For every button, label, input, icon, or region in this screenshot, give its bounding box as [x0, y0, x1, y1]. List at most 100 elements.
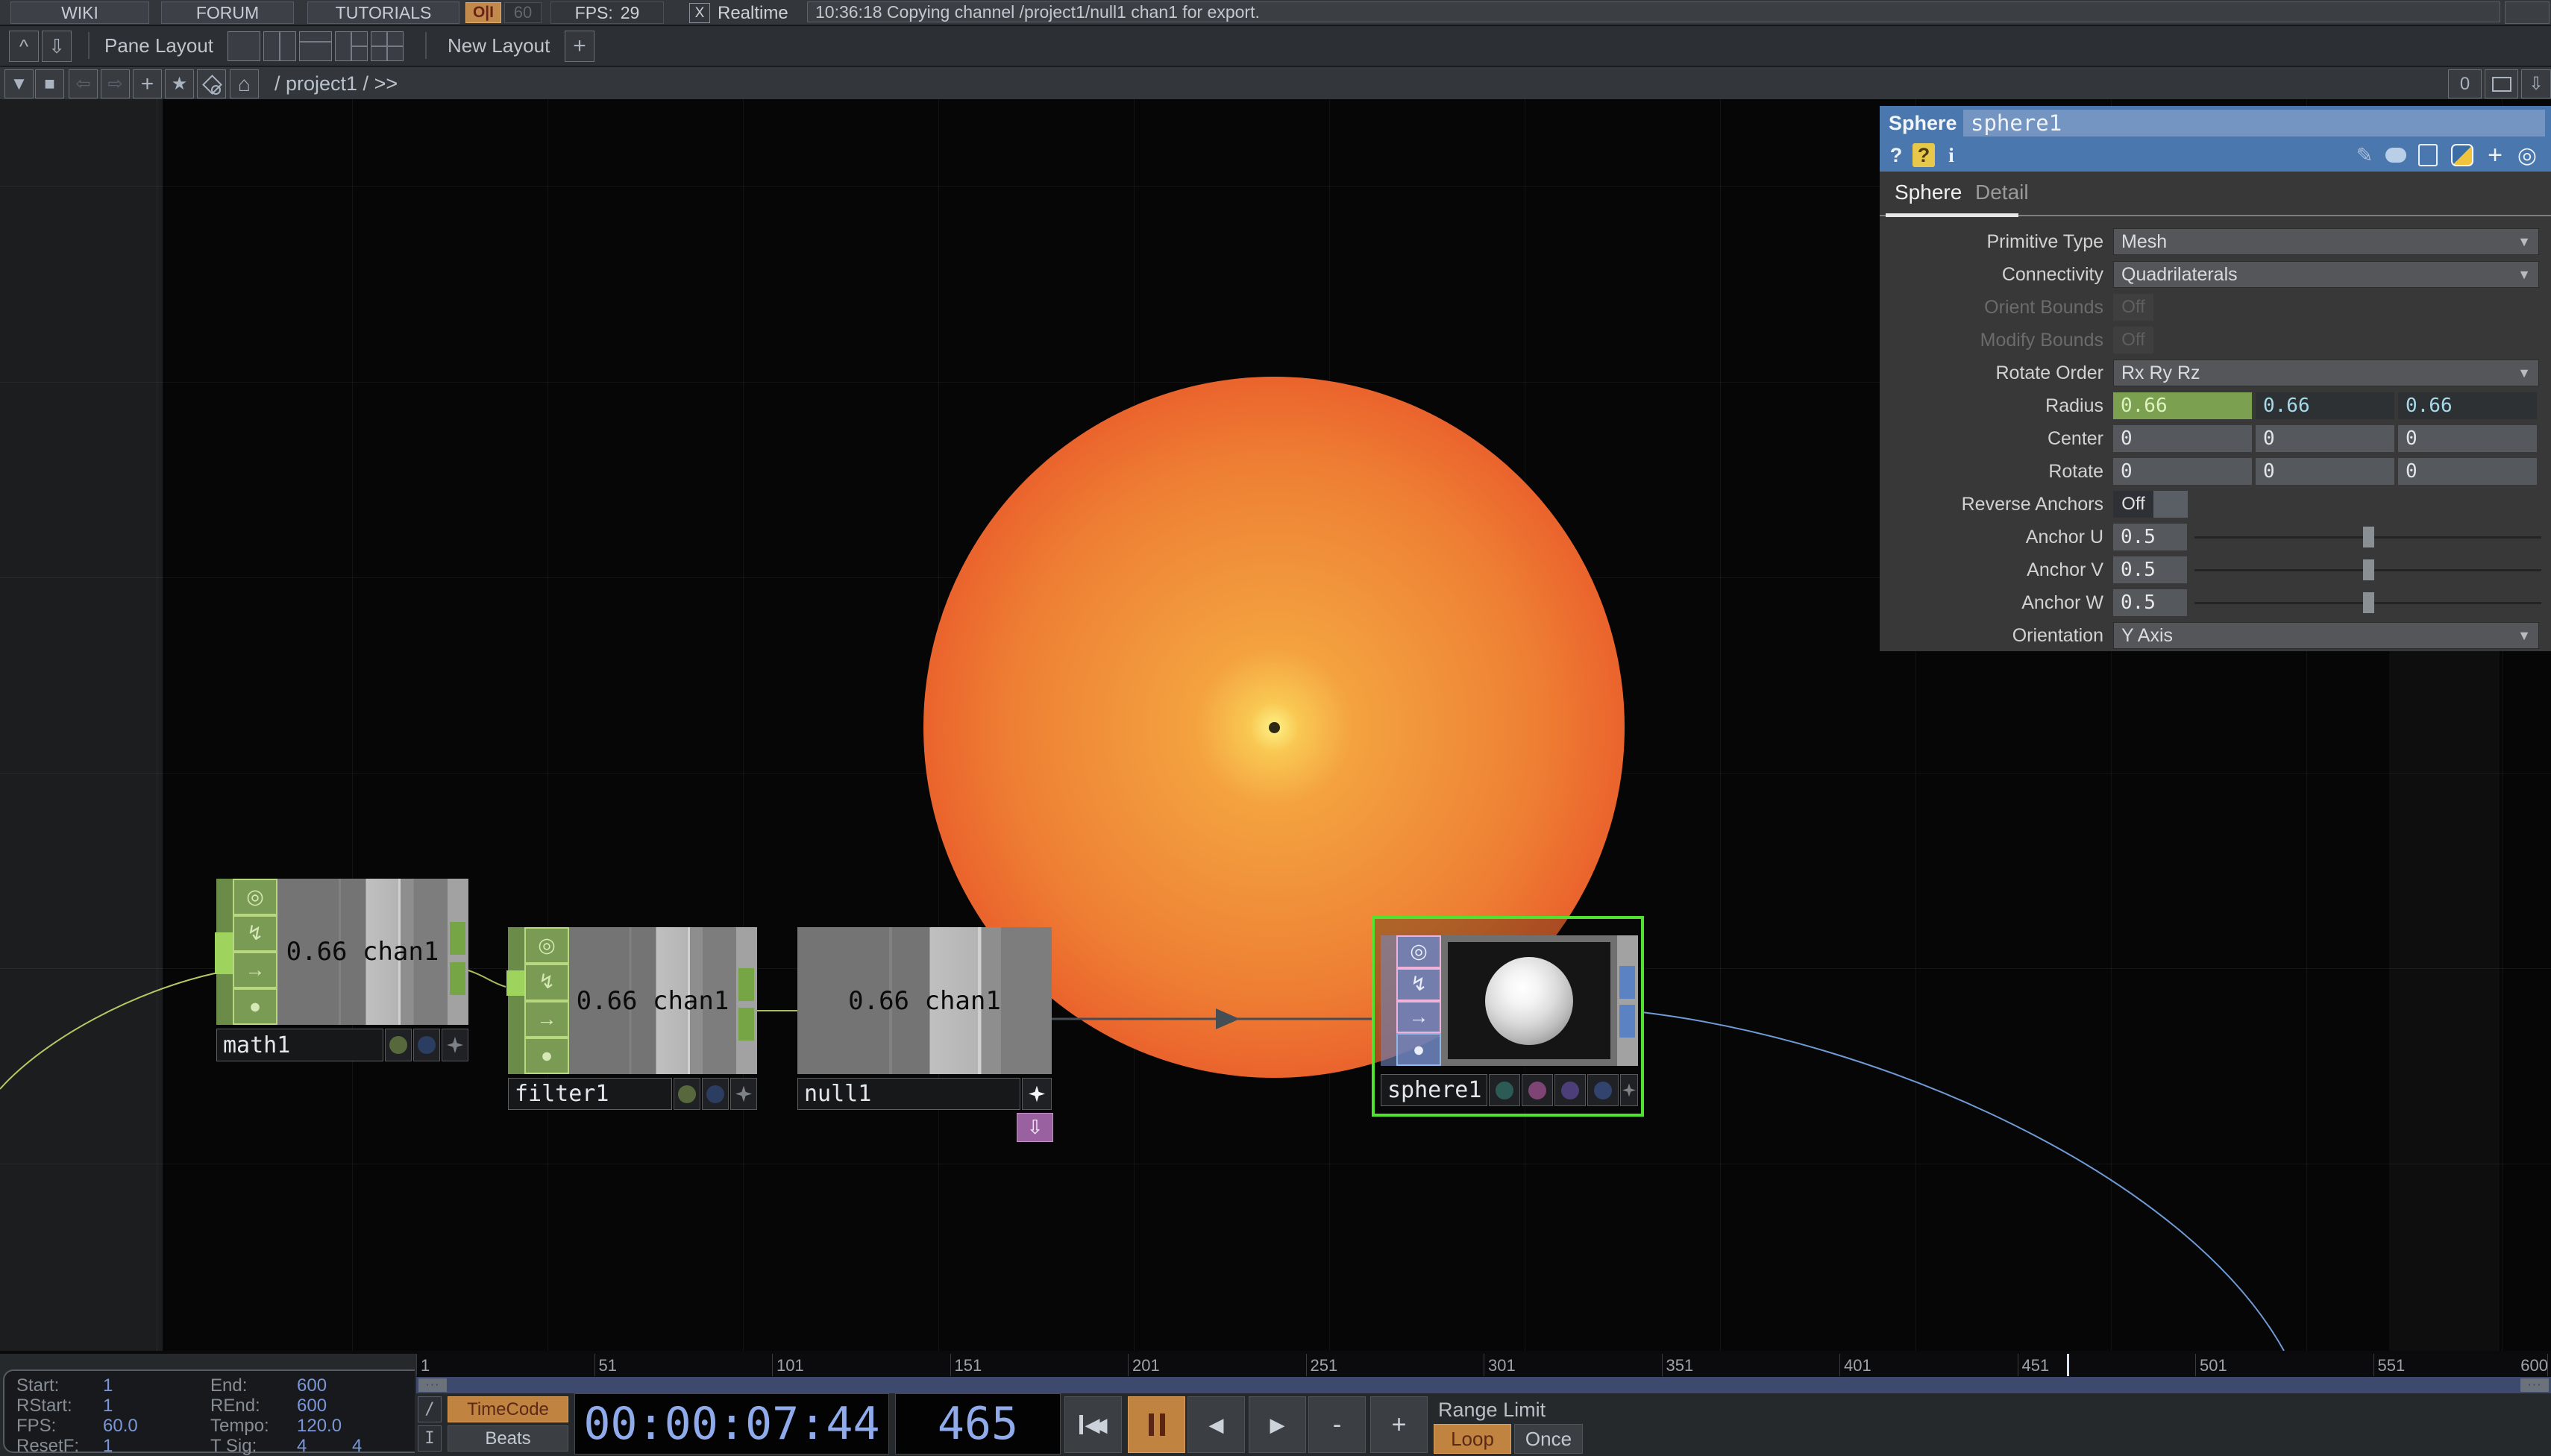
range-right-handle[interactable]: ···: [2520, 1378, 2549, 1392]
export-movie-icon[interactable]: ⇩: [42, 31, 72, 62]
pane-layout-hsplit-button[interactable]: [299, 31, 332, 61]
range-left-handle[interactable]: ···: [418, 1378, 447, 1392]
tab-sphere[interactable]: Sphere: [1895, 181, 1962, 204]
end-value[interactable]: 600: [297, 1375, 327, 1396]
sphere1-color-flag3[interactable]: [1554, 1074, 1586, 1106]
copy-parameters-icon[interactable]: [2418, 143, 2438, 167]
primitive-type-dropdown[interactable]: Mesh▼: [2113, 228, 2539, 255]
bookmark-count-button[interactable]: 0: [2448, 69, 2482, 98]
math1-color-flag[interactable]: [385, 1029, 412, 1061]
loop-button[interactable]: Loop: [1434, 1424, 1511, 1454]
math1-output-connector2[interactable]: [450, 962, 465, 995]
filter1-input-connector[interactable]: [506, 970, 524, 996]
wire-sphere1-out[interactable]: [1642, 1012, 2284, 1351]
search-icon[interactable]: [197, 69, 226, 98]
math1-name[interactable]: math1: [216, 1029, 383, 1061]
node-math1[interactable]: ◎ ↯ → ● 0.66 chan1: [216, 879, 468, 1025]
beats-mode-button[interactable]: Beats: [448, 1425, 568, 1452]
realtime-checkbox[interactable]: X: [689, 3, 710, 23]
pane-layout-quad-button[interactable]: [371, 31, 404, 61]
rotate-x-field[interactable]: 0: [2113, 458, 2252, 485]
operator-name-field[interactable]: sphere1: [1963, 110, 2545, 136]
radius-z-field[interactable]: 0.66: [2398, 392, 2537, 419]
math1-color-flag2[interactable]: [413, 1029, 440, 1061]
bullseye-icon[interactable]: ◎: [2515, 143, 2539, 167]
math1-input-connector[interactable]: [215, 932, 233, 974]
sphere1-output-connector2[interactable]: [1619, 1005, 1635, 1038]
forum-button[interactable]: FORUM: [161, 1, 294, 24]
anchor-u-slider-handle[interactable]: [2363, 527, 2374, 547]
filter1-color-flag[interactable]: [674, 1078, 700, 1110]
bolt-flag-icon[interactable]: ↯: [233, 915, 277, 952]
rotate-y-field[interactable]: 0: [2256, 458, 2394, 485]
wiki-button[interactable]: WIKI: [10, 1, 149, 24]
frame-decrement-button[interactable]: -: [1308, 1396, 1366, 1453]
pause-button[interactable]: [1128, 1396, 1185, 1453]
filter1-output-connector2[interactable]: [738, 1008, 754, 1041]
filter1-star-icon[interactable]: [730, 1078, 757, 1110]
anchor-v-slider-handle[interactable]: [2363, 559, 2374, 580]
rend-value[interactable]: 600: [297, 1396, 327, 1416]
node-sphere1[interactable]: ◎ ↯ → ●: [1381, 935, 1638, 1066]
filter1-output-connector[interactable]: [738, 968, 754, 1001]
add-parameter-icon[interactable]: +: [2484, 143, 2506, 167]
current-frame-display[interactable]: 465: [895, 1393, 1061, 1455]
arrow-flag-icon[interactable]: →: [233, 952, 277, 988]
sphere1-name[interactable]: sphere1: [1381, 1074, 1487, 1106]
sphere1-color-flag4[interactable]: [1587, 1074, 1619, 1106]
sphere1-output-connector[interactable]: [1619, 966, 1635, 999]
pane-layout-three-button[interactable]: [335, 31, 368, 61]
bolt-flag-icon[interactable]: ↯: [1396, 968, 1441, 1001]
step-back-button[interactable]: ◀: [1187, 1396, 1245, 1453]
anchor-u-field[interactable]: 0.5: [2113, 524, 2187, 550]
radius-y-field[interactable]: 0.66: [2256, 392, 2394, 419]
python-icon[interactable]: [2451, 143, 2473, 167]
filter1-name[interactable]: filter1: [508, 1078, 672, 1110]
reverse-anchors-toggle-pad[interactable]: [2153, 491, 2188, 518]
history-forward-icon[interactable]: ⇨: [101, 69, 130, 98]
math1-output-connector[interactable]: [450, 922, 465, 955]
timeline-range-bar[interactable]: ··· ···: [416, 1376, 2551, 1393]
orientation-dropdown[interactable]: Y Axis▼: [2113, 622, 2539, 649]
arrow-flag-icon[interactable]: →: [524, 1001, 569, 1038]
center-y-field[interactable]: 0: [2256, 425, 2394, 452]
comment-icon[interactable]: [2385, 143, 2406, 167]
wire-incoming-left[interactable]: [0, 973, 218, 1089]
tab-detail[interactable]: Detail: [1975, 181, 2029, 204]
sphere1-color-flag[interactable]: [1489, 1074, 1520, 1106]
help-icon[interactable]: ?: [1886, 143, 1907, 167]
node-filter1[interactable]: ◎ ↯ → ● 0.66 chan1: [508, 927, 757, 1074]
timecode-mode-button[interactable]: TimeCode: [448, 1396, 568, 1422]
null1-export-flag[interactable]: ⇩: [1017, 1113, 1053, 1142]
tempo-value[interactable]: 120.0: [297, 1416, 342, 1437]
viewer-flag-icon[interactable]: ◎: [524, 927, 569, 964]
pane-layout-vsplit-button[interactable]: [263, 31, 296, 61]
python-help-icon[interactable]: ?: [1913, 143, 1935, 167]
collapse-pane-icon[interactable]: ⇩: [2521, 69, 2551, 98]
viewer-flag-icon[interactable]: ◎: [233, 879, 277, 915]
pane-stop-icon[interactable]: ■: [35, 69, 64, 98]
add-layout-button[interactable]: +: [565, 31, 594, 62]
sphere1-color-flag2[interactable]: [1522, 1074, 1553, 1106]
start-value[interactable]: 1: [103, 1375, 113, 1396]
viewer-flag-icon[interactable]: ◎: [1396, 935, 1441, 968]
output-input-toggle[interactable]: O|I: [465, 2, 501, 23]
tutorials-button[interactable]: TUTORIALS: [307, 1, 459, 24]
edit-pencil-icon[interactable]: ✎: [2353, 143, 2376, 167]
maximize-pane-icon[interactable]: ^: [9, 31, 39, 62]
rotate-z-field[interactable]: 0: [2398, 458, 2537, 485]
resetf-value[interactable]: 1: [103, 1436, 113, 1456]
lock-flag-icon[interactable]: ●: [1396, 1033, 1441, 1066]
center-x-field[interactable]: 0: [2113, 425, 2252, 452]
rewind-to-start-button[interactable]: ◀◀: [1064, 1396, 1122, 1453]
fps-value[interactable]: 60.0: [103, 1416, 138, 1437]
reverse-anchors-toggle[interactable]: Off: [2113, 491, 2153, 518]
filter1-color-flag2[interactable]: [702, 1078, 729, 1110]
rotate-order-dropdown[interactable]: Rx Ry Rz▼: [2113, 360, 2539, 386]
floating-window-icon[interactable]: [2485, 69, 2518, 98]
timecode-display[interactable]: 00:00:07:44: [574, 1393, 889, 1455]
connectivity-dropdown[interactable]: Quadrilaterals▼: [2113, 261, 2539, 288]
null1-name[interactable]: null1: [797, 1078, 1020, 1110]
add-bookmark-icon[interactable]: +: [133, 69, 162, 98]
info-icon[interactable]: i: [1944, 143, 1959, 167]
